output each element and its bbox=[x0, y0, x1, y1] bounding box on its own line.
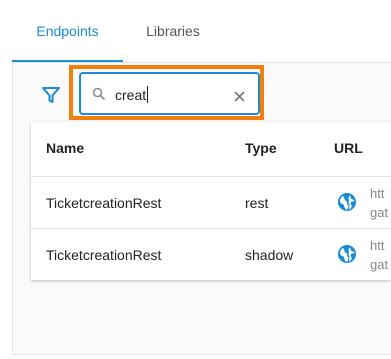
tab-libraries[interactable]: Libraries bbox=[123, 0, 223, 62]
column-header-url[interactable]: URL bbox=[334, 140, 363, 156]
tab-bar: Endpoints Libraries bbox=[12, 0, 391, 63]
table-row[interactable]: TicketcreationRest shadow htt gat bbox=[31, 228, 391, 280]
row-type: rest bbox=[245, 195, 269, 211]
table-row[interactable]: TicketcreationRest rest htt gat bbox=[31, 176, 391, 229]
row-url[interactable]: htt gat bbox=[370, 184, 388, 222]
column-header-type[interactable]: Type bbox=[245, 140, 277, 156]
globe-icon bbox=[337, 244, 357, 264]
search-icon bbox=[92, 87, 106, 101]
row-type: shadow bbox=[245, 247, 294, 263]
search-input[interactable]: creat bbox=[79, 72, 260, 115]
endpoints-table: Name Type URL TicketcreationRest rest ht… bbox=[31, 122, 391, 280]
row-name: TicketcreationRest bbox=[46, 195, 162, 211]
tab-endpoints[interactable]: Endpoints bbox=[12, 0, 123, 62]
filter-icon[interactable] bbox=[40, 84, 62, 106]
text-caret bbox=[147, 86, 149, 103]
row-url-line1: htt bbox=[370, 238, 385, 253]
row-url-line1: htt bbox=[370, 186, 385, 201]
row-name: TicketcreationRest bbox=[46, 247, 162, 263]
active-tab-indicator bbox=[12, 60, 123, 62]
row-url-line2: gat bbox=[370, 205, 389, 220]
row-url-line2: gat bbox=[370, 257, 389, 272]
column-header-name[interactable]: Name bbox=[46, 140, 84, 156]
row-url[interactable]: htt gat bbox=[370, 236, 388, 274]
globe-icon bbox=[337, 192, 357, 212]
close-icon[interactable] bbox=[234, 89, 245, 102]
search-input-value: creat bbox=[115, 87, 147, 103]
